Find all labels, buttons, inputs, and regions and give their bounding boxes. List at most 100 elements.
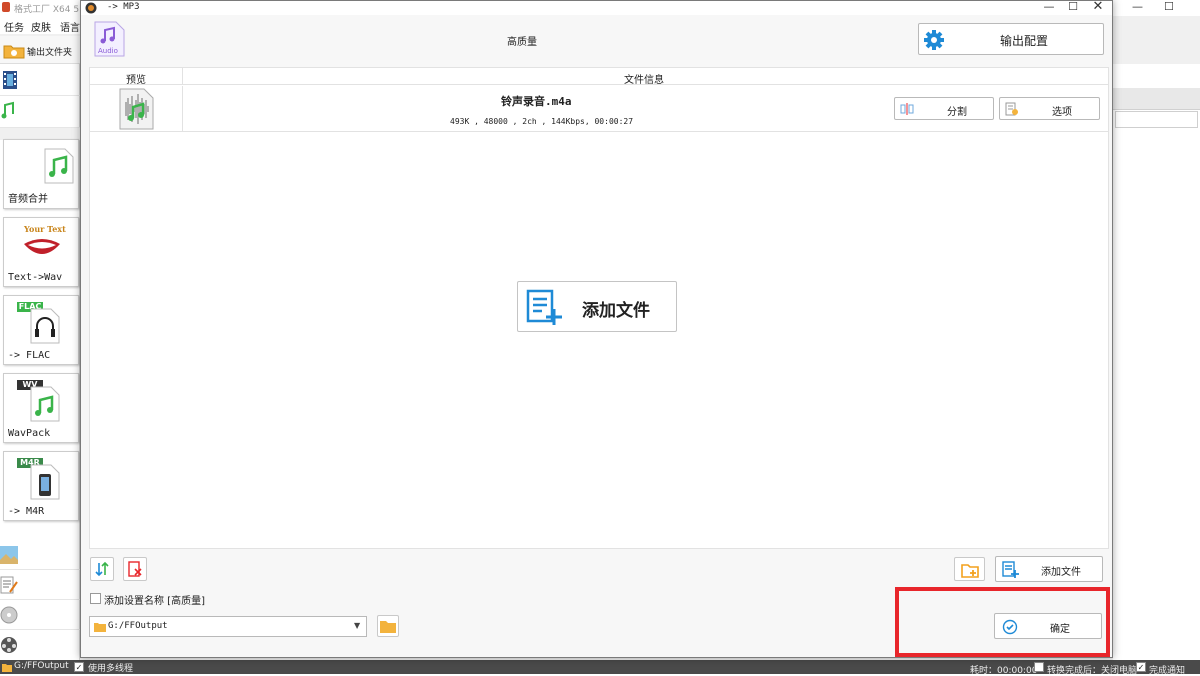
menu-item-language[interactable]: 语言	[60, 19, 80, 34]
category-audio[interactable]	[0, 96, 80, 128]
disc-icon	[0, 606, 18, 624]
options-button[interactable]: 选项	[999, 97, 1100, 120]
add-folder-button[interactable]	[954, 557, 985, 581]
background-toolbar: 输出文件夹	[0, 36, 80, 64]
options-label: 选项	[1052, 107, 1072, 118]
phone-icon	[30, 464, 60, 500]
category-video[interactable]	[0, 64, 80, 96]
after-convert-checkbox[interactable]	[1034, 662, 1044, 672]
background-status-bar: G:/FFOutput ✓ 使用多线程 耗时：00:00:00 转换完成后：关闭…	[0, 660, 1200, 676]
tile-text-to-wav[interactable]: Your Text Text->Wav	[3, 217, 79, 287]
document-icon	[0, 576, 18, 594]
table-header: 预览 文件信息	[90, 68, 1108, 86]
table-row[interactable]: 铃声录音.m4a 493K , 48000 , 2ch , 144Kbps, 0…	[90, 86, 1108, 132]
highlight-box	[895, 587, 1110, 657]
split-label: 分割	[947, 107, 967, 118]
file-list-table: 预览 文件信息 铃声录音.m4a 493K , 48000 , 2ch , 14…	[89, 67, 1109, 549]
notify-label: 完成通知	[1149, 666, 1186, 676]
background-right-panel	[1113, 64, 1200, 660]
headphones-icon	[30, 308, 60, 344]
picture-icon	[0, 546, 18, 564]
file-name: 铃声录音.m4a	[501, 95, 572, 108]
remove-file-icon	[128, 561, 142, 577]
menu-item-task[interactable]: 任务	[4, 19, 24, 34]
tile-wavpack[interactable]: WV WavPack	[3, 373, 79, 443]
center-add-files-button[interactable]: 添加文件	[517, 281, 677, 332]
output-path-value: G:/FFOutput	[108, 621, 168, 631]
tts-badge: Your Text	[24, 224, 66, 234]
tile-flac[interactable]: FLAC -> FLAC	[3, 295, 79, 365]
dialog-header: Audio 高质量 输出配置	[89, 17, 1109, 65]
file-info-column-header: 文件信息	[624, 75, 664, 86]
background-left-panel: 音频合并 Your Text Text->Wav FLAC -> FLAC WV…	[0, 64, 80, 660]
output-config-label: 输出配置	[1000, 34, 1049, 48]
tile-m4r[interactable]: M4R -> M4R	[3, 451, 79, 521]
minimize-button[interactable]: —	[1038, 1, 1060, 15]
folder-icon	[3, 45, 25, 59]
folder-icon	[94, 623, 106, 632]
center-add-files-label: 添加文件	[582, 301, 650, 321]
multithread-checkbox[interactable]: ✓	[74, 662, 84, 672]
split-icon	[900, 103, 914, 115]
app-logo-icon	[85, 2, 97, 14]
dialog-title: -> MP3	[107, 2, 140, 12]
background-list-header	[1113, 88, 1200, 110]
file-details: 493K , 48000 , 2ch , 144Kbps, 00:00:27	[450, 117, 634, 126]
audio-waveform-thumbnail-icon	[119, 88, 154, 130]
menu-item-skin[interactable]: 皮肤	[31, 19, 51, 34]
sort-button[interactable]	[90, 557, 114, 581]
add-folder-icon	[961, 564, 979, 578]
background-maximize-button[interactable]: ☐	[1164, 0, 1174, 13]
tile-label: -> M4R	[8, 506, 45, 517]
background-list-row	[1115, 111, 1198, 128]
preview-column-header: 预览	[126, 75, 146, 86]
output-folder-toolbar-button[interactable]: 输出文件夹	[3, 42, 73, 60]
gear-icon	[924, 30, 944, 50]
film-icon	[3, 71, 17, 89]
tile-label: 音频合并	[8, 194, 48, 205]
options-document-icon	[1005, 102, 1018, 116]
status-output-path: G:/FFOutput	[14, 661, 69, 671]
category-rom-device[interactable]	[0, 600, 80, 630]
folder-icon	[2, 664, 12, 672]
sort-arrows-icon	[95, 561, 109, 577]
mouth-icon	[24, 239, 60, 254]
clear-list-button[interactable]	[123, 557, 147, 581]
background-minimize-button[interactable]: —	[1132, 0, 1143, 13]
maximize-button[interactable]: ☐	[1062, 1, 1084, 15]
quality-label: 高质量	[507, 37, 537, 48]
background-menu-bar: 任务 皮肤 语言	[0, 16, 80, 34]
output-folder-label: 输出文件夹	[27, 48, 73, 58]
add-setting-name-checkbox[interactable]	[90, 593, 101, 604]
notify-checkbox[interactable]: ✓	[1136, 662, 1146, 672]
split-button[interactable]: 分割	[894, 97, 994, 120]
audio-file-icon	[30, 386, 60, 422]
elapsed-time: 耗时：00:00:00	[970, 666, 1038, 676]
tile-audio-merge[interactable]: 音频合并	[3, 139, 79, 209]
background-app-title: 格式工厂 X64 5.1	[14, 5, 88, 15]
after-convert-label: 转换完成后：关闭电脑	[1047, 666, 1138, 676]
output-path-select[interactable]: G:/FFOutput ▼	[89, 616, 367, 637]
category-document[interactable]	[0, 570, 80, 600]
tile-label: WavPack	[8, 428, 51, 439]
app-logo-icon	[2, 2, 10, 12]
multithread-label: 使用多线程	[88, 664, 134, 674]
convert-to-mp3-dialog: -> MP3 — ☐ ✕ Audio 高质量 输出配置 预览 文件信息 铃声录音…	[80, 0, 1113, 658]
add-setting-name-label: 添加设置名称 [高质量]	[104, 596, 205, 607]
add-file-icon	[1002, 561, 1019, 578]
tile-label: -> FLAC	[8, 350, 51, 361]
category-utilities[interactable]	[0, 630, 80, 660]
audio-file-icon	[44, 148, 74, 184]
category-picture[interactable]	[0, 540, 80, 570]
dialog-title-bar: -> MP3 — ☐ ✕	[81, 0, 1112, 15]
audio-badge-label: Audio	[98, 47, 118, 55]
add-files-label: 添加文件	[1041, 567, 1081, 578]
add-files-button[interactable]: 添加文件	[995, 556, 1103, 582]
film-reel-icon	[1, 637, 17, 653]
close-button[interactable]: ✕	[1087, 0, 1109, 15]
audio-format-badge: Audio	[93, 21, 125, 57]
browse-folder-button[interactable]	[377, 615, 399, 637]
output-config-button[interactable]: 输出配置	[918, 23, 1104, 55]
chevron-down-icon: ▼	[354, 621, 361, 630]
music-note-icon	[1, 101, 14, 119]
